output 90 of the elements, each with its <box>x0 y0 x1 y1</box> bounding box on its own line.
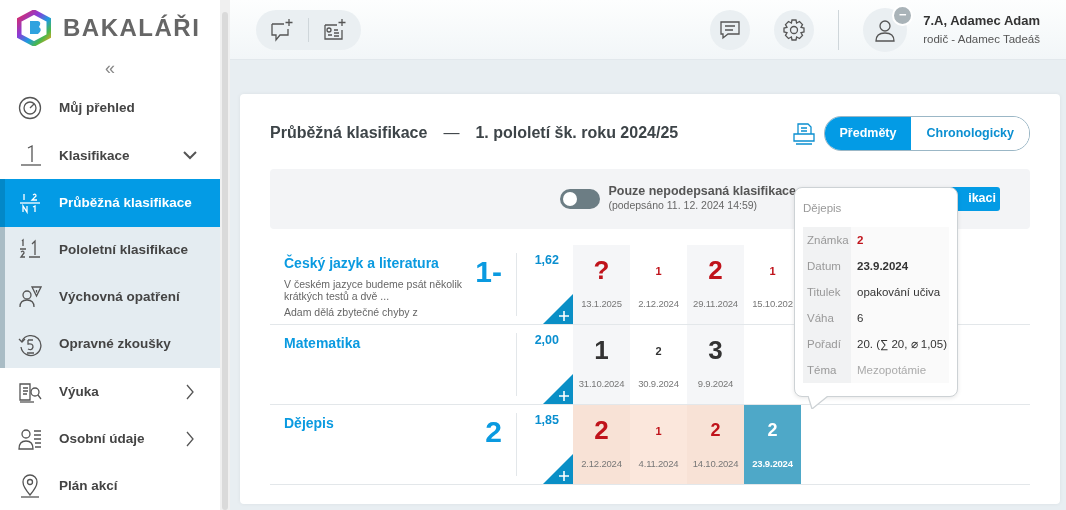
chat-plus-icon <box>270 17 294 42</box>
retry-icon <box>18 332 42 357</box>
grade-cell[interactable]: ? 13.1.2025 <box>573 244 630 324</box>
digit-underline-icon <box>18 143 42 168</box>
add-grade-icon <box>543 293 573 324</box>
add-grade-icon <box>543 453 573 484</box>
grade-cell[interactable]: 2 29.11.2024 <box>687 244 744 324</box>
print-button[interactable] <box>791 121 816 146</box>
grade-value: 1 <box>655 423 662 439</box>
grade-date: 13.1.2025 <box>581 296 622 311</box>
grade-average: 2,00 <box>533 331 560 349</box>
sidebar-item[interactable]: Výchovná opatření <box>0 273 220 321</box>
grade-date: 9.9.2024 <box>697 376 734 391</box>
grade-value: 2 <box>710 419 721 443</box>
title-dash: — <box>443 123 460 144</box>
avatar[interactable] <box>863 7 908 52</box>
grade-cell[interactable]: 2 30.9.2024 <box>630 324 687 404</box>
grade-value: 2 <box>655 343 662 359</box>
grade-date: 29.11.2024 <box>693 296 738 311</box>
person-icon <box>873 17 898 42</box>
grade-cell[interactable]: 1 2.12.2024 <box>630 244 687 324</box>
grade-cell[interactable]: 1 31.10.2024 <box>573 324 630 404</box>
grade-date: 23.9.2024 <box>752 456 793 471</box>
sidebar-item[interactable]: Klasifikace <box>0 132 220 180</box>
user-name: 7.A, Adamec Adam <box>923 12 1040 31</box>
grade-value: 3 <box>708 334 723 368</box>
brand-name: BAKALÁŘI <box>63 13 201 44</box>
grade-cell[interactable]: 1 4.11.2024 <box>630 404 687 484</box>
sidebar-item[interactable]: Pololetní klasifikace <box>0 226 220 274</box>
grade-date: 2.12.2024 <box>638 296 679 311</box>
signed-note: (podepsáno 11. 12. 2024 14:59) <box>608 198 759 213</box>
detail-value: 2 <box>851 227 949 254</box>
sidebar-item[interactable]: Osobní údaje <box>0 415 220 463</box>
grade-value: 2 <box>594 414 609 448</box>
grade-average: 1,62 <box>533 251 560 269</box>
new-note-button[interactable] <box>323 17 347 42</box>
message-icon <box>719 18 742 41</box>
grade-value: 1 <box>594 334 609 368</box>
grade-value: 1 <box>769 263 776 279</box>
subject-note: V českém jazyce budeme psát několik krátkých testů a dvě ... <box>284 277 463 302</box>
logo-icon <box>17 10 51 47</box>
grade-value: 2 <box>767 419 778 443</box>
detail-label: Pořadí <box>803 331 851 358</box>
grade-value: ? <box>593 254 610 288</box>
tooltip-title: Dějepis <box>803 201 843 216</box>
detail-value: Mezopotámie <box>851 357 949 384</box>
detail-label: Téma <box>803 357 851 384</box>
printer-icon <box>791 121 816 146</box>
grade-value: 2 <box>708 254 723 288</box>
detail-label: Známka <box>803 227 851 254</box>
final-grade: 2 <box>485 413 503 450</box>
detail-value: 23.9.2024 <box>851 253 949 280</box>
detail-value: opakování učiva <box>851 279 949 306</box>
grade-value: 1 <box>655 263 662 279</box>
page-title: Průběžná klasifikace <box>270 123 428 144</box>
grade-date: 31.10.2024 <box>578 376 625 391</box>
gauge-icon <box>18 96 42 121</box>
collapse-button[interactable]: « <box>105 57 115 78</box>
unsigned-toggle[interactable] <box>560 188 601 209</box>
grade-average: 1,85 <box>533 411 560 429</box>
detail-value: 20. (∑ 20, ⌀ 1,05) <box>851 331 949 358</box>
subject-note: Adam dělá zbytečné chyby z <box>284 305 419 318</box>
final-grade: 1- <box>475 253 503 290</box>
filter-label: Pouze nepodepsaná klasifikace <box>608 183 796 198</box>
grade-date: 4.11.2024 <box>638 456 679 471</box>
person-list-icon <box>18 427 42 452</box>
sidebar-item[interactable]: Můj přehled <box>0 84 220 133</box>
card-plus-icon <box>323 17 347 42</box>
new-message-button[interactable] <box>270 17 294 42</box>
sidebar-item[interactable]: Výuka <box>0 368 220 416</box>
sidebar-item[interactable]: Opravné zkoušky <box>0 321 220 369</box>
grade-date: 30.9.2024 <box>638 376 679 391</box>
detail-label: Datum <box>803 253 851 280</box>
detail-label: Titulek <box>803 279 851 306</box>
detail-label: Váha <box>803 305 851 332</box>
location-pin-icon <box>18 474 42 499</box>
sidebar-item[interactable]: Plán akcí <box>0 462 220 510</box>
settings-icon <box>783 18 806 41</box>
status-badge: − <box>892 4 914 26</box>
period-title: 1. pololetí šk. roku 2024/25 <box>475 123 679 144</box>
user-role: rodič - Adamec Tadeáš <box>923 31 1040 47</box>
person-warning-icon <box>18 285 42 310</box>
grade-cell[interactable]: 2 2.12.2024 <box>573 404 630 484</box>
grade-date: 2.12.2024 <box>581 456 622 471</box>
add-grade-icon <box>543 373 573 404</box>
grade-cell[interactable]: 3 9.9.2024 <box>687 324 744 404</box>
grade-cell[interactable]: 2 14.10.2024 <box>687 404 744 484</box>
grade-date: 14.10.2024 <box>692 456 739 471</box>
detail-value: 6 <box>851 305 949 332</box>
grade-date: 15.10.202 <box>752 296 793 311</box>
